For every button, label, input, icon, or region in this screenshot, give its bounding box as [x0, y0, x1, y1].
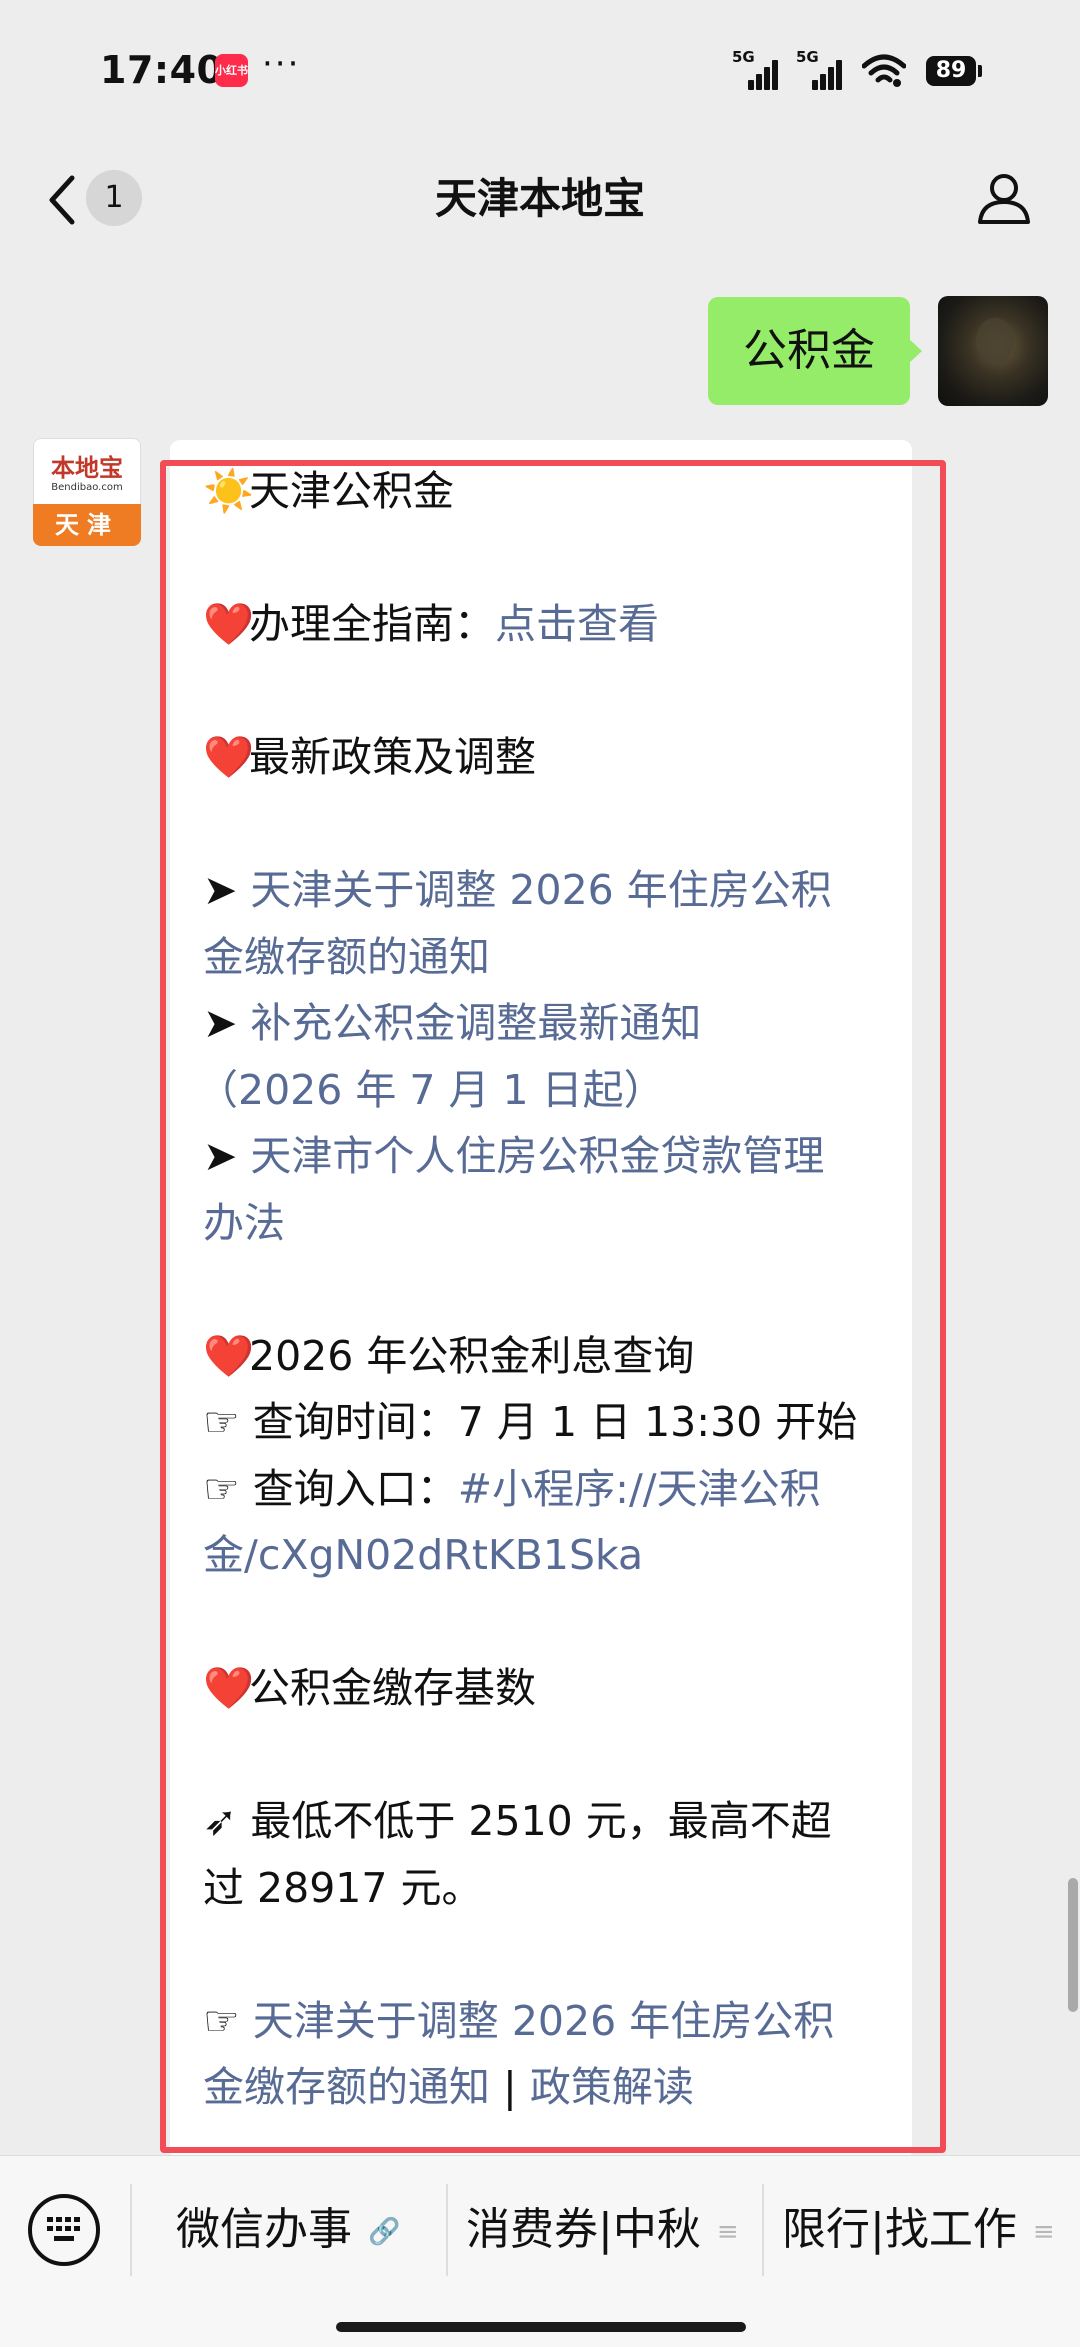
menu-coupons[interactable]: 消费券|中秋 ≡ [466, 2200, 739, 2260]
arrow-icon: ➤ [203, 1132, 251, 1180]
base-range-cont: 过 28917 元。 [203, 1863, 483, 1912]
heart-emoji-icon: ❤️ [203, 733, 255, 781]
link-separator: | [490, 2063, 530, 2111]
wifi-icon [862, 54, 906, 87]
sent-message-bubble[interactable]: 公积金 [708, 297, 910, 405]
screen: 17:40 小红书 ··· 5G 5G 89 1 天津本地宝 公积金 本地宝 B… [0, 0, 1080, 2347]
policy-link-2-cont[interactable]: （2026 年 7 月 1 日起） [197, 1066, 665, 1114]
chat-title: 天津本地宝 [434, 174, 645, 223]
keyboard-icon [47, 2217, 80, 2241]
mini-program-link[interactable]: #小程序://天津公积 [458, 1465, 821, 1513]
interest-heading: ❤️2026 年公积金利息查询 [203, 1323, 883, 1390]
message-content: ☀️天津公积金 ❤️办理全指南：点击查看 ❤️最新政策及调整 ➤ 天津关于调整 … [197, 458, 883, 2121]
query-time-line: ☞ 查询时间：7 月 1 日 13:30 开始 [203, 1398, 858, 1446]
sent-bubble-tail [908, 338, 922, 364]
cellular-signal-icon: 5G [732, 48, 778, 90]
arrow-emoji-icon: ➶ [203, 1797, 251, 1845]
nav-bar: 1 天津本地宝 [0, 140, 1080, 262]
heart-emoji-icon: ❤️ [203, 1664, 255, 1712]
mini-program-link-cont[interactable]: 金/cXgN02dRtKB1Ska [203, 1531, 643, 1579]
submenu-icon: ≡ [1032, 2217, 1055, 2247]
status-bar: 17:40 小红书 ··· 5G 5G 89 [0, 0, 1080, 140]
home-indicator[interactable] [336, 2322, 746, 2332]
policy-link-4-cont[interactable]: 金缴存额的通知 [203, 2063, 490, 2111]
bottom-menu-bar: 微信办事 🔗 消费券|中秋 ≡ 限行|找工作 ≡ [0, 2155, 1080, 2347]
more-notifications-icon: ··· [262, 44, 301, 84]
pointing-hand-icon: ☞ [203, 1996, 253, 2045]
guide-line: ❤️办理全指南：点击查看 [203, 591, 883, 658]
guide-link[interactable]: 点击查看 [495, 600, 659, 648]
scrollbar[interactable] [1068, 1878, 1078, 2012]
policy-link-3-cont[interactable]: 办法 [203, 1199, 285, 1247]
bendibao-avatar[interactable]: 本地宝 Bendibao.com 天津 [33, 438, 141, 546]
arrow-icon: ➤ [203, 866, 251, 914]
policy-link-1-cont[interactable]: 金缴存额的通知 [203, 933, 490, 981]
policy-link-1[interactable]: ➤ 天津关于调整 2026 年住房公积 [203, 857, 883, 924]
message-title-line: ☀️天津公积金 [203, 458, 883, 525]
base-range-line: ➶ 最低不低于 2510 元，最高不超 [203, 1797, 832, 1845]
cellular-signal-icon-2: 5G [796, 48, 842, 90]
heart-emoji-icon: ❤️ [203, 600, 255, 648]
query-entry-line: ☞ 查询入口：#小程序://天津公积 [203, 1464, 821, 1513]
link-icon: 🔗 [368, 2217, 401, 2247]
pointing-hand-icon: ☞ [203, 1464, 253, 1513]
policy-heading: ❤️最新政策及调整 [203, 724, 883, 791]
pointing-hand-icon: ☞ [203, 1398, 253, 1446]
base-heading: ❤️公积金缴存基数 [203, 1655, 883, 1722]
policy-link-2[interactable]: ➤ 补充公积金调整最新通知 [203, 990, 883, 1057]
my-avatar[interactable] [938, 296, 1048, 406]
submenu-icon: ≡ [716, 2217, 739, 2247]
arrow-icon: ➤ [203, 999, 251, 1047]
policy-interpretation-link[interactable]: 政策解读 [530, 2063, 694, 2111]
received-message-bubble: ☀️天津公积金 ❤️办理全指南：点击查看 ❤️最新政策及调整 ➤ 天津关于调整 … [170, 440, 912, 2160]
menu-traffic-jobs[interactable]: 限行|找工作 ≡ [782, 2200, 1055, 2260]
keyboard-toggle-button[interactable] [28, 2194, 100, 2266]
status-time: 17:40 [100, 48, 224, 92]
battery-tip [978, 65, 982, 77]
policy-link-4[interactable]: ☞ 天津关于调整 2026 年住房公积 [203, 1988, 883, 2055]
heart-emoji-icon: ❤️ [203, 1331, 255, 1380]
profile-icon[interactable] [974, 168, 1034, 228]
battery-icon: 89 [926, 56, 976, 86]
xiaohongshu-app-icon: 小红书 [215, 54, 248, 87]
menu-wechat-service[interactable]: 微信办事 🔗 [176, 2200, 400, 2260]
policy-link-3[interactable]: ➤ 天津市个人住房公积金贷款管理 [203, 1123, 883, 1190]
sun-emoji-icon: ☀️ [203, 467, 255, 515]
